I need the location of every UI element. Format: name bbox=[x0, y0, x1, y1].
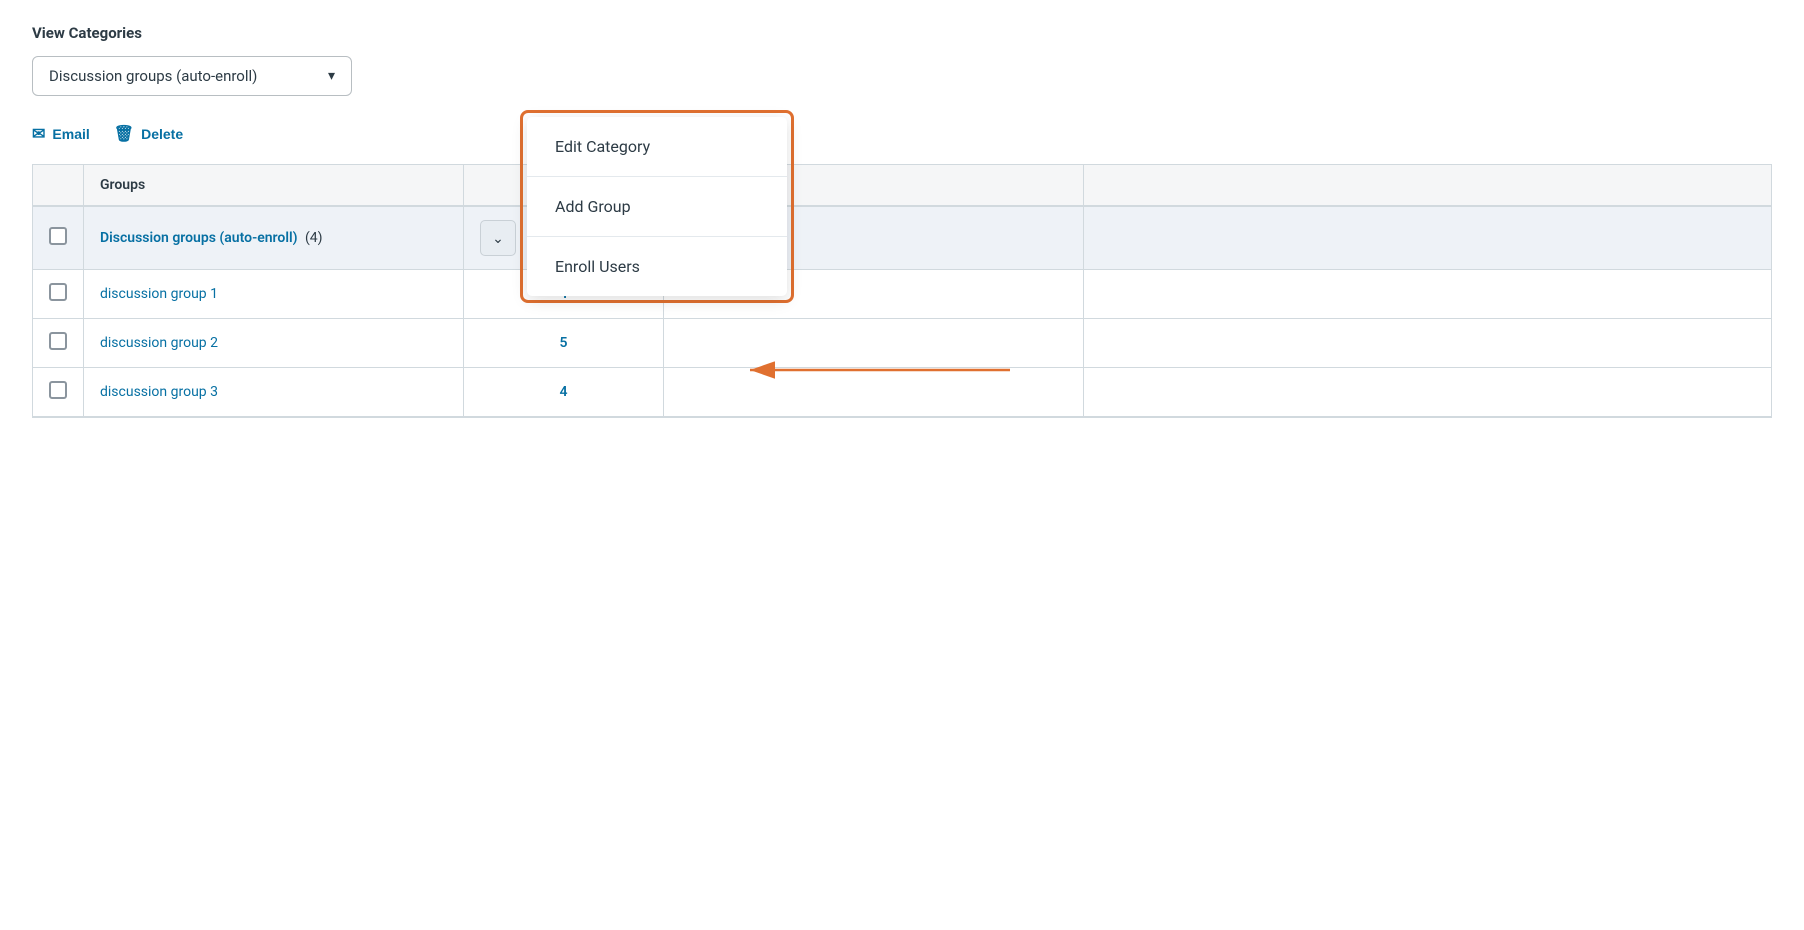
row2-extra-cell bbox=[1084, 319, 1772, 368]
col-header-extra bbox=[1084, 165, 1772, 206]
group-parent-extra-cell bbox=[1084, 206, 1772, 270]
expand-button[interactable]: ⌄ bbox=[480, 220, 516, 256]
context-menu: Edit Category Add Group Enroll Users bbox=[527, 117, 787, 296]
menu-item-add-group-label: Add Group bbox=[555, 197, 631, 216]
row3-extra-cell bbox=[1084, 368, 1772, 417]
table-row: discussion group 3 4 bbox=[33, 368, 1771, 417]
row1-extra-cell bbox=[1084, 270, 1772, 319]
context-menu-border: Edit Category Add Group Enroll Users bbox=[520, 110, 794, 303]
row2-assignment-cell bbox=[664, 319, 1084, 368]
group-parent-name-cell: Discussion groups (auto-enroll) (4) bbox=[84, 206, 464, 270]
col-header-groups: Groups bbox=[84, 165, 464, 206]
row1-name-cell: discussion group 1 bbox=[84, 270, 464, 319]
category-dropdown[interactable]: Discussion groups (auto-enroll) ▾ bbox=[32, 56, 352, 96]
group-parent-checkbox-cell bbox=[33, 206, 84, 270]
row1-checkbox-cell bbox=[33, 270, 84, 319]
dropdown-arrow-icon: ▾ bbox=[328, 68, 335, 84]
delete-label: Delete bbox=[141, 126, 183, 142]
page-container: View Categories Discussion groups (auto-… bbox=[0, 0, 1804, 930]
table-row: discussion group 2 5 bbox=[33, 319, 1771, 368]
delete-button[interactable]: 🗑 Delete bbox=[114, 120, 183, 148]
actions-row: ✉ Email 🗑 Delete bbox=[32, 120, 1772, 148]
menu-item-add-group[interactable]: Add Group bbox=[527, 177, 787, 237]
row3-checkbox[interactable] bbox=[49, 381, 67, 399]
group-parent-count: (4) bbox=[305, 230, 323, 246]
email-label: Email bbox=[52, 126, 89, 142]
group-parent-checkbox[interactable] bbox=[49, 227, 67, 245]
group-parent-name-link[interactable]: Discussion groups (auto-enroll) bbox=[100, 230, 298, 246]
row3-name-link[interactable]: discussion group 3 bbox=[100, 384, 218, 400]
groups-table: Groups Assignment Discussion groups (aut… bbox=[33, 165, 1771, 417]
page-title: View Categories bbox=[32, 24, 1772, 42]
email-button[interactable]: ✉ Email bbox=[32, 120, 90, 148]
row2-name-cell: discussion group 2 bbox=[84, 319, 464, 368]
row3-members-cell: 4 bbox=[464, 368, 664, 417]
delete-icon: 🗑 bbox=[114, 124, 134, 144]
row2-members-count[interactable]: 5 bbox=[560, 335, 568, 351]
row3-checkbox-cell bbox=[33, 368, 84, 417]
row1-name-link[interactable]: discussion group 1 bbox=[100, 286, 218, 302]
row3-name-cell: discussion group 3 bbox=[84, 368, 464, 417]
row1-checkbox[interactable] bbox=[49, 283, 67, 301]
dropdown-selected-value: Discussion groups (auto-enroll) bbox=[49, 67, 257, 85]
menu-item-edit-category-label: Edit Category bbox=[555, 137, 650, 156]
table-row-group-parent: Discussion groups (auto-enroll) (4) ⌄ bbox=[33, 206, 1771, 270]
email-icon: ✉ bbox=[32, 124, 45, 144]
groups-table-container: Groups Assignment Discussion groups (aut… bbox=[32, 164, 1772, 418]
row2-checkbox-cell bbox=[33, 319, 84, 368]
row2-checkbox[interactable] bbox=[49, 332, 67, 350]
category-dropdown-wrapper: Discussion groups (auto-enroll) ▾ bbox=[32, 56, 352, 96]
row2-members-cell: 5 bbox=[464, 319, 664, 368]
context-menu-overlay: Edit Category Add Group Enroll Users bbox=[520, 110, 794, 303]
table-row: discussion group 1 4 bbox=[33, 270, 1771, 319]
menu-item-enroll-users[interactable]: Enroll Users bbox=[527, 237, 787, 296]
row2-name-link[interactable]: discussion group 2 bbox=[100, 335, 218, 351]
table-header-row: Groups Assignment bbox=[33, 165, 1771, 206]
row3-assignment-cell bbox=[664, 368, 1084, 417]
col-header-checkbox bbox=[33, 165, 84, 206]
row3-members-count[interactable]: 4 bbox=[560, 384, 568, 400]
menu-item-enroll-users-label: Enroll Users bbox=[555, 257, 640, 276]
chevron-down-icon: ⌄ bbox=[492, 230, 504, 247]
menu-item-edit-category[interactable]: Edit Category bbox=[527, 117, 787, 177]
